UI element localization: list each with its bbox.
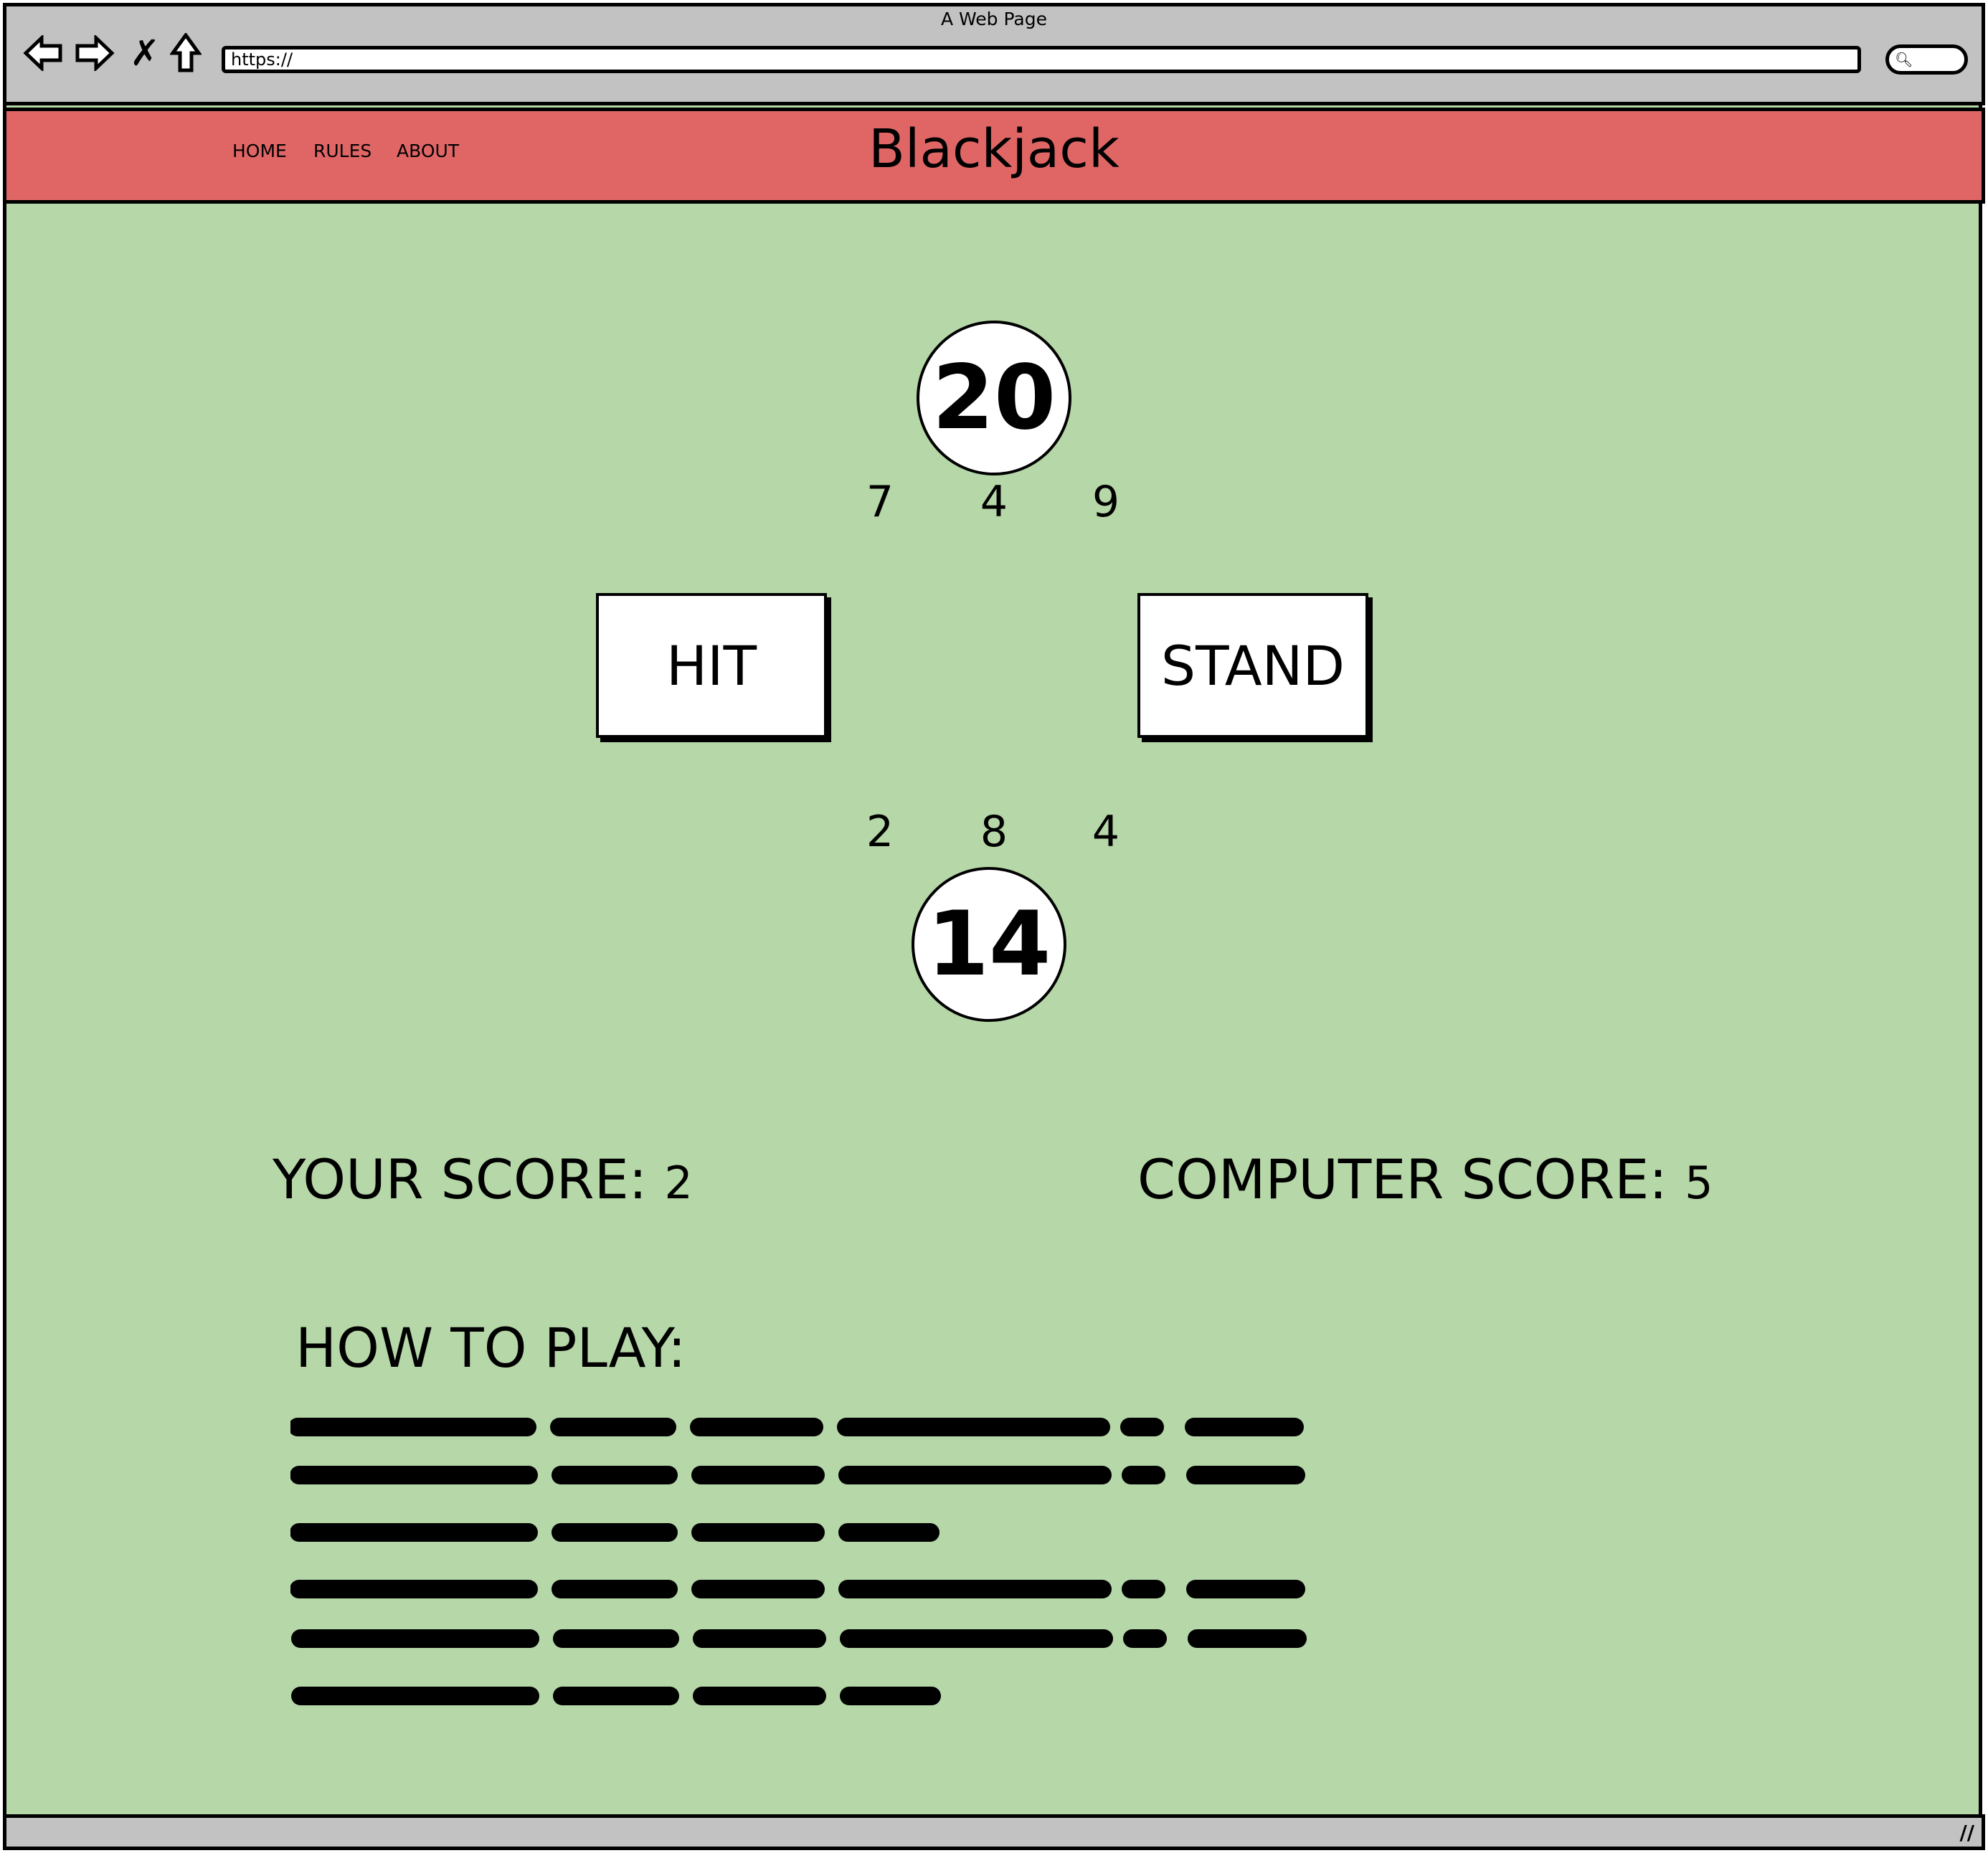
stand-button[interactable]: STAND: [1137, 593, 1368, 738]
status-bar: //: [3, 1814, 1985, 1850]
forward-icon[interactable]: [73, 32, 116, 75]
dealer-card: 7: [866, 477, 894, 527]
search-icon: 🔍︎: [1895, 51, 1913, 68]
site-title: Blackjack: [868, 118, 1120, 180]
your-score: YOUR SCORE: 2: [273, 1147, 693, 1211]
dealer-card: 4: [980, 477, 1008, 527]
search-field[interactable]: 🔍︎: [1885, 44, 1968, 75]
computer-score-label: COMPUTER SCORE:: [1137, 1147, 1667, 1211]
your-score-value: 2: [664, 1157, 693, 1209]
hit-button[interactable]: HIT: [596, 593, 827, 738]
back-icon[interactable]: [22, 32, 65, 75]
resize-grip-icon[interactable]: //: [1960, 1821, 1974, 1844]
dealer-total: 20: [917, 321, 1071, 475]
window-title: A Web Page: [940, 9, 1048, 29]
placeholder-scribble-text: [290, 1418, 1307, 1705]
stop-icon[interactable]: ✗: [129, 32, 161, 75]
url-bar[interactable]: https://: [222, 46, 1861, 73]
computer-score-value: 5: [1685, 1157, 1713, 1209]
dealer-card: 9: [1092, 477, 1120, 527]
home-icon[interactable]: [168, 32, 204, 75]
player-card: 2: [866, 807, 894, 857]
computer-score: COMPUTER SCORE: 5: [1137, 1147, 1713, 1211]
your-score-label: YOUR SCORE:: [273, 1147, 648, 1211]
player-card: 8: [980, 807, 1008, 857]
player-card: 4: [1092, 807, 1120, 857]
player-total: 14: [912, 867, 1066, 1022]
how-to-play-title: HOW TO PLAY:: [295, 1316, 686, 1380]
